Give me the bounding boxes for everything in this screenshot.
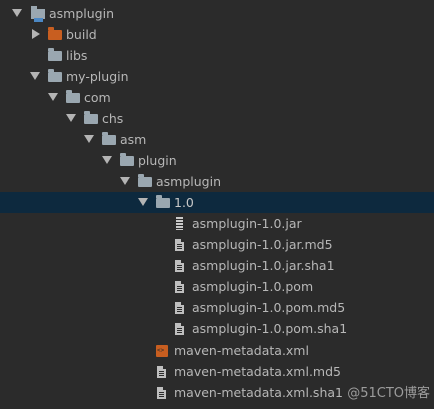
tree-node-asmplugin-root[interactable]: asmplugin	[0, 3, 434, 24]
chevron-down-icon[interactable]	[120, 177, 130, 185]
tree-node-label: maven-metadata.xml.sha1	[174, 385, 343, 400]
tree-node-com[interactable]: com	[0, 87, 434, 108]
folder-icon	[156, 195, 170, 208]
folder-icon	[48, 48, 62, 61]
tree-file-jar-md5[interactable]: asmplugin-1.0.jar.md5	[0, 234, 434, 255]
tree-node-label: maven-metadata.xml	[174, 343, 309, 358]
tree-node-chs[interactable]: chs	[0, 108, 434, 129]
tree-node-label: asmplugin-1.0.jar.sha1	[192, 258, 335, 273]
tree-node-label: plugin	[138, 153, 177, 168]
tree-node-label: asmplugin-1.0.pom	[192, 279, 314, 294]
tree-file-jar-sha1[interactable]: asmplugin-1.0.jar.sha1	[0, 255, 434, 276]
tree-node-label: asmplugin-1.0.pom.sha1	[192, 321, 348, 336]
folder-icon	[48, 69, 62, 82]
chevron-down-icon[interactable]	[12, 9, 22, 17]
tree-node-label: asm	[120, 132, 147, 147]
tree-node-label: maven-metadata.xml.md5	[174, 364, 341, 379]
tree-node-label: asmplugin-1.0.pom.md5	[192, 300, 346, 315]
watermark: @51CTO博客	[347, 386, 430, 401]
tree-file-pom-md5[interactable]: asmplugin-1.0.pom.md5	[0, 297, 434, 318]
tree-file-maven-metadata-xml[interactable]: <> maven-metadata.xml	[0, 340, 434, 361]
xml-file-icon: <>	[156, 345, 168, 357]
tree-node-1-0[interactable]: 1.0	[0, 192, 434, 213]
text-file-icon	[157, 387, 166, 399]
tree-node-label: asmplugin	[156, 174, 222, 189]
tree-node-libs[interactable]: libs	[0, 45, 434, 66]
tree-node-label: asmplugin-1.0.jar.md5	[192, 237, 333, 252]
chevron-right-icon[interactable]	[32, 29, 40, 39]
text-file-icon	[157, 366, 166, 378]
tree-node-build[interactable]: build	[0, 24, 434, 45]
chevron-down-icon[interactable]	[30, 72, 40, 80]
folder-icon	[138, 174, 152, 187]
chevron-down-icon[interactable]	[84, 135, 94, 143]
excluded-folder-icon	[48, 27, 62, 40]
tree-node-label: asmplugin-1.0.jar	[192, 216, 302, 231]
tree-node-my-plugin[interactable]: my-plugin	[0, 66, 434, 87]
tree-file-pom[interactable]: asmplugin-1.0.pom	[0, 276, 434, 297]
tree-node-asm[interactable]: asm	[0, 129, 434, 150]
folder-icon	[102, 132, 116, 145]
chevron-down-icon[interactable]	[138, 198, 148, 206]
tree-node-label: build	[66, 27, 97, 42]
folder-icon	[66, 90, 80, 103]
folder-icon	[84, 111, 98, 124]
text-file-icon	[175, 323, 184, 335]
tree-node-label: asmplugin	[49, 6, 115, 21]
tree-node-label: libs	[66, 48, 88, 63]
chevron-down-icon[interactable]	[48, 93, 58, 101]
tree-node-label: my-plugin	[66, 69, 129, 84]
module-folder-icon	[31, 6, 45, 22]
tree-file-jar[interactable]: asmplugin-1.0.jar	[0, 213, 434, 234]
tree-file-pom-sha1[interactable]: asmplugin-1.0.pom.sha1	[0, 318, 434, 339]
tree-node-label: com	[84, 90, 111, 105]
chevron-down-icon[interactable]	[102, 156, 112, 164]
tree-file-maven-metadata-md5[interactable]: maven-metadata.xml.md5	[0, 361, 434, 382]
tree-node-plugin[interactable]: plugin	[0, 150, 434, 171]
chevron-down-icon[interactable]	[66, 114, 76, 122]
text-file-icon	[175, 239, 184, 251]
tree-node-label: 1.0	[174, 195, 194, 210]
tree-node-asmplugin-package[interactable]: asmplugin	[0, 171, 434, 192]
jar-file-icon	[176, 217, 183, 230]
tree-node-label: chs	[102, 111, 124, 126]
text-file-icon	[175, 260, 184, 272]
text-file-icon	[175, 302, 184, 314]
text-file-icon	[175, 281, 184, 293]
folder-icon	[120, 153, 134, 166]
